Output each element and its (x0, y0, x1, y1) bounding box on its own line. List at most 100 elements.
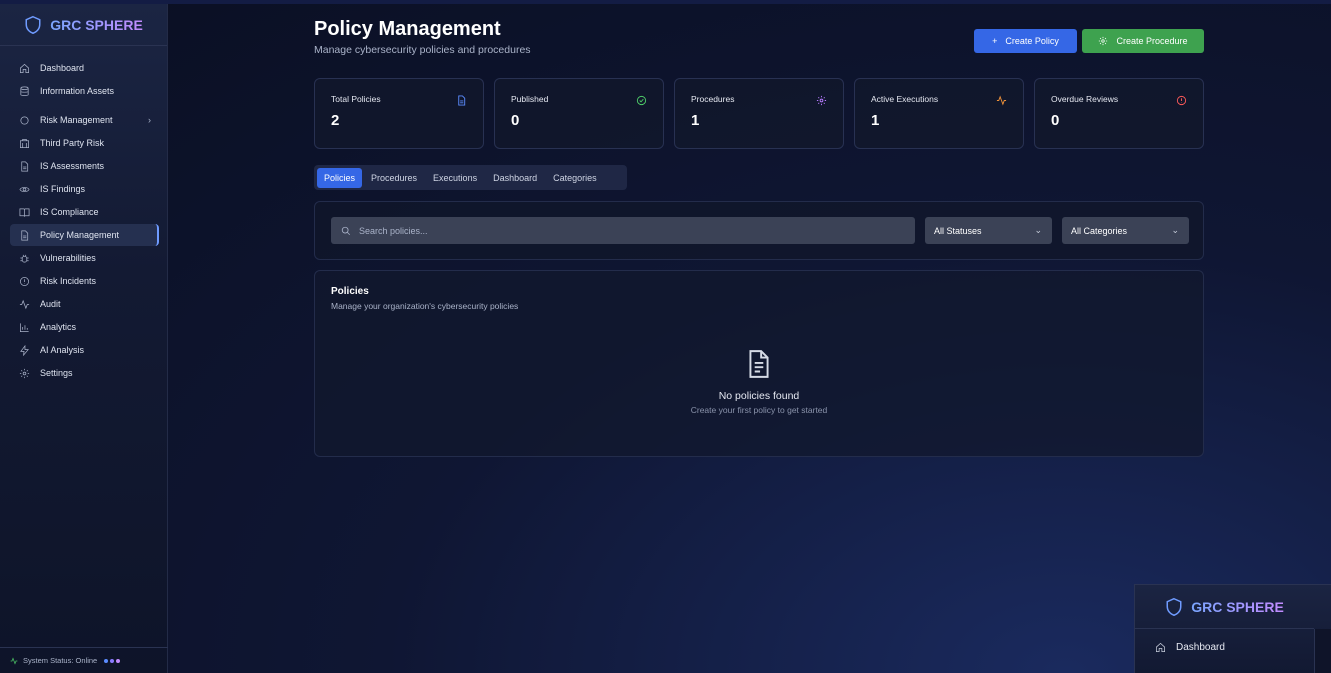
stat-label: Active Executions (871, 94, 939, 104)
tab-dashboard[interactable]: Dashboard (486, 168, 544, 188)
stat-card-active-executions: Active Executions 1 (854, 78, 1024, 149)
sidebar-item-risk-incidents[interactable]: Risk Incidents (10, 270, 159, 292)
status-select-value: All Statuses (934, 225, 982, 236)
bar-chart-icon (18, 321, 30, 333)
sidebar-item-information-assets[interactable]: Information Assets (10, 80, 159, 102)
eye-icon (18, 183, 30, 195)
sidebar-item-label: AI Analysis (40, 345, 85, 355)
building-icon (18, 137, 30, 149)
stat-value: 0 (511, 112, 520, 129)
plus-icon: + (992, 36, 998, 46)
search-box[interactable] (331, 217, 915, 244)
search-input[interactable] (359, 225, 899, 236)
sidebar-item-label: Dashboard (40, 63, 85, 73)
category-select-value: All Categories (1071, 225, 1128, 236)
activity-icon (10, 656, 18, 665)
create-policy-label: Create Policy (1005, 36, 1059, 46)
sidebar-item-dashboard[interactable]: Dashboard (10, 57, 159, 79)
system-status: System Status: Online (0, 647, 168, 673)
sidebar-item-label: Analytics (40, 322, 77, 332)
sidebar-item-label: Third Party Risk (40, 138, 105, 148)
check-circle-icon (636, 95, 647, 106)
tab-bar: Policies Procedures Executions Dashboard… (314, 165, 627, 190)
sidebar-item-label: Risk Management (40, 115, 113, 125)
sidebar-nav: Dashboard Information Assets Risk Manage… (0, 46, 167, 384)
status-select[interactable]: All Statuses ⌄ (925, 217, 1052, 244)
tab-executions[interactable]: Executions (426, 168, 484, 188)
sidebar: GRC SPHERE Dashboard Information Assets … (0, 4, 168, 673)
policies-card: Policies Manage your organization's cybe… (314, 270, 1204, 457)
sidebar-item-label: Risk Incidents (40, 276, 97, 286)
sidebar-item-is-assessments[interactable]: IS Assessments (10, 155, 159, 177)
file-text-icon (749, 350, 769, 378)
stat-label: Published (511, 94, 549, 104)
chevron-down-icon: ⌄ (1034, 225, 1042, 235)
category-select[interactable]: All Categories ⌄ (1062, 217, 1189, 244)
sidebar-item-label: IS Compliance (40, 207, 99, 217)
header-actions: + Create Policy Create Procedure (974, 29, 1204, 53)
sidebar-item-vulnerabilities[interactable]: Vulnerabilities (10, 247, 159, 269)
activity-icon (996, 95, 1007, 106)
sidebar-item-is-findings[interactable]: IS Findings (10, 178, 159, 200)
stats-row: Total Policies 2 Published 0 Procedures … (314, 78, 1204, 149)
file-icon (458, 95, 466, 106)
stat-label: Overdue Reviews (1051, 94, 1119, 104)
status-dots (102, 656, 121, 665)
sidebar-item-analytics[interactable]: Analytics (10, 316, 159, 338)
preview-brand: GRC SPHERE (1135, 585, 1314, 629)
sidebar-item-label: Vulnerabilities (40, 253, 96, 263)
gear-icon (1099, 36, 1108, 46)
create-policy-button[interactable]: + Create Policy (974, 29, 1077, 53)
gear-icon (18, 367, 30, 379)
stat-label: Procedures (691, 94, 735, 104)
chevron-right-icon: › (148, 115, 151, 125)
sidebar-item-label: IS Assessments (40, 161, 105, 171)
card-title: Policies (331, 286, 369, 297)
tab-categories[interactable]: Categories (546, 168, 604, 188)
stat-value: 0 (1051, 112, 1060, 129)
home-icon (1156, 642, 1165, 652)
stat-value: 2 (331, 112, 340, 129)
empty-title: No policies found (718, 390, 800, 402)
shield-icon (1166, 597, 1182, 616)
tab-policies[interactable]: Policies (317, 167, 363, 188)
card-subtitle: Manage your organization's cybersecurity… (331, 301, 519, 311)
preview-item-label: Dashboard (1176, 642, 1225, 653)
stat-card-published: Published 0 (494, 78, 664, 149)
circle-icon (18, 114, 30, 126)
file-text-icon (18, 229, 30, 241)
bug-icon (18, 252, 30, 264)
sidebar-item-ai-analysis[interactable]: AI Analysis (10, 339, 159, 361)
sidebar-item-is-compliance[interactable]: IS Compliance (10, 201, 159, 223)
sidebar-item-label: Settings (40, 368, 73, 378)
sidebar-item-label: Audit (40, 299, 61, 309)
search-icon (341, 226, 351, 235)
create-procedure-label: Create Procedure (1116, 36, 1188, 46)
sidebar-item-label: Policy Management (40, 230, 120, 240)
file-icon (18, 160, 30, 172)
stat-card-procedures: Procedures 1 (674, 78, 844, 149)
sidebar-item-third-party-risk[interactable]: Third Party Risk (10, 132, 159, 154)
create-procedure-button[interactable]: Create Procedure (1082, 29, 1204, 53)
top-border (0, 0, 1331, 4)
sidebar-item-settings[interactable]: Settings (10, 362, 159, 384)
sidebar-item-label: Information Assets (40, 86, 115, 96)
empty-subtitle: Create your first policy to get started (690, 405, 828, 415)
tab-procedures[interactable]: Procedures (364, 168, 424, 188)
database-icon (18, 85, 30, 97)
brand[interactable]: GRC SPHERE (0, 4, 167, 46)
preview-scrollbar[interactable] (1314, 629, 1331, 673)
sidebar-item-risk-management[interactable]: Risk Management › (10, 109, 159, 131)
gear-icon (816, 95, 827, 106)
stat-card-overdue-reviews: Overdue Reviews 0 (1034, 78, 1204, 149)
preview-brand-name: GRC SPHERE (1191, 598, 1284, 615)
zap-icon (18, 344, 30, 356)
sidebar-item-audit[interactable]: Audit (10, 293, 159, 315)
preview-item-dashboard[interactable]: Dashboard (1135, 629, 1331, 653)
main-content: Policy Management Manage cybersecurity p… (314, 18, 1204, 457)
stat-value: 1 (691, 112, 700, 129)
sidebar-item-policy-management[interactable]: Policy Management (10, 224, 159, 246)
alert-circle-icon (18, 275, 30, 287)
alert-circle-icon (1176, 95, 1187, 106)
shield-icon (25, 15, 41, 34)
